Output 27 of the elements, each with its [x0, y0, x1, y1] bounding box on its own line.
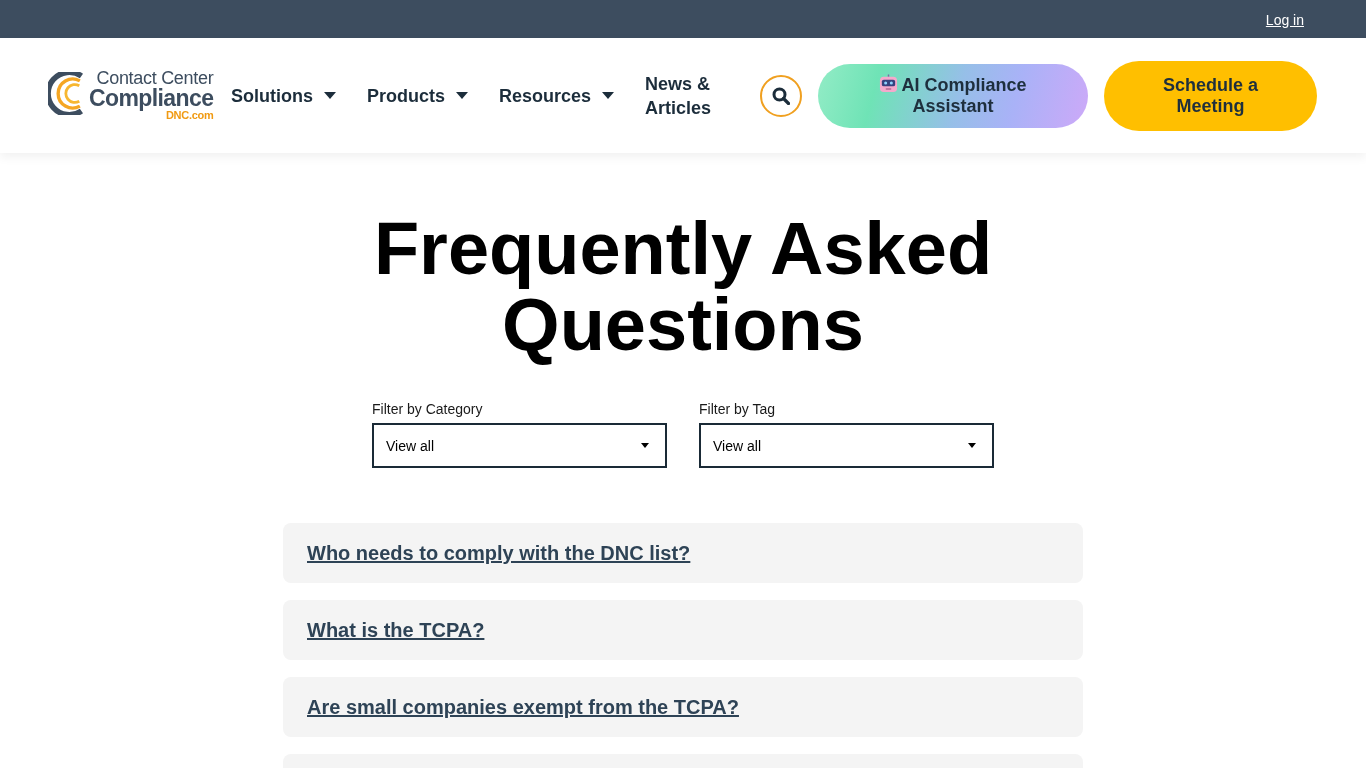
ai-assistant-button[interactable]: AI Compliance Assistant [818, 63, 1088, 128]
filter-label: Filter by Category [372, 401, 484, 418]
search-button[interactable] [760, 74, 802, 117]
filter-label: Filter by Tag [699, 401, 776, 418]
faq-item[interactable]: What is the TCPA? [283, 600, 1083, 660]
nav-link[interactable]: Resources [499, 83, 615, 108]
login-link[interactable]: Log in [1265, 11, 1304, 29]
schedule-meeting-button[interactable]: Schedule a Meeting [1104, 60, 1317, 131]
caret-icon [968, 443, 976, 448]
faq-question-link[interactable]: Are small companies exempt from the TCPA? [307, 695, 739, 719]
faq-item[interactable]: Who needs to comply with the DNC list? [283, 523, 1083, 583]
search-icon [772, 86, 790, 105]
faq-item[interactable]: Are small companies exempt from the TCPA? [283, 677, 1083, 737]
logo-text: Contact Center [96, 69, 214, 87]
logo-arcs-icon [48, 71, 86, 115]
logo-text: Compliance [89, 86, 214, 109]
logo-text: DNC.com [165, 108, 214, 122]
nav-link[interactable]: Solutions [231, 83, 336, 108]
nav-link[interactable]: News & Articles [645, 71, 716, 120]
filter-select[interactable]: View all [372, 423, 667, 468]
faq-question-link[interactable]: What is the TCPA? [307, 618, 485, 642]
robot-icon [879, 74, 899, 93]
caret-icon [641, 443, 649, 448]
page-title: Frequently Asked Questions [372, 211, 994, 363]
nav-link[interactable]: Products [367, 83, 468, 108]
filter-select[interactable]: View all [699, 423, 994, 468]
faq-question-link[interactable]: Who needs to comply with the DNC list? [307, 541, 691, 565]
